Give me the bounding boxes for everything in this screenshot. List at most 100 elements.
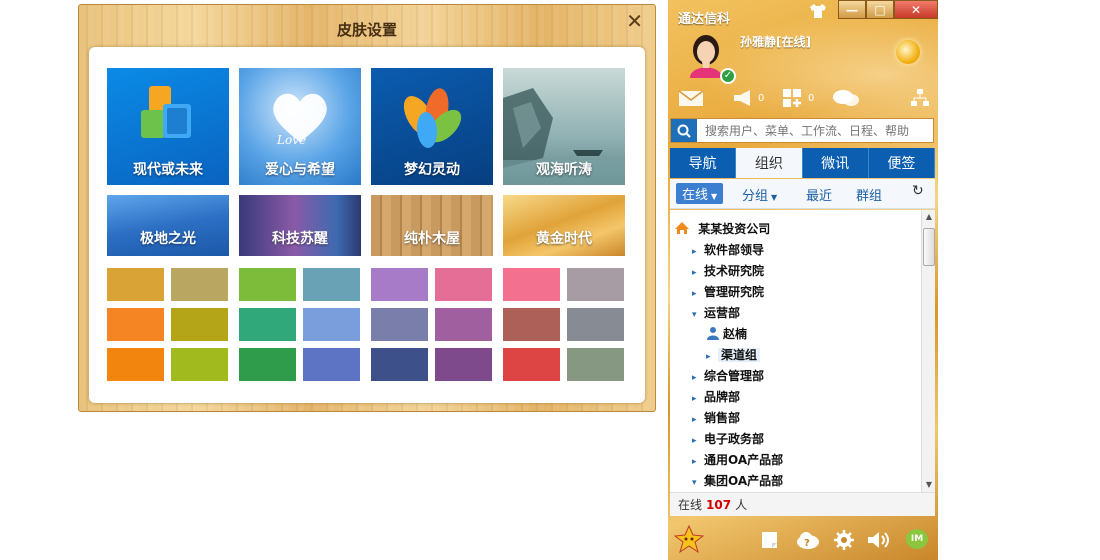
online-suffix: 人 — [735, 498, 748, 512]
org-chart-icon[interactable] — [910, 88, 930, 108]
tree-department[interactable]: ▸ 销售部 — [692, 408, 740, 429]
color-swatch[interactable] — [567, 268, 624, 301]
chevron-right-icon[interactable]: ▸ — [692, 431, 704, 452]
sun-weather-icon[interactable] — [896, 40, 920, 64]
color-swatch[interactable] — [171, 308, 228, 341]
theme-label: 梦幻灵动 — [404, 162, 460, 178]
color-swatch[interactable] — [239, 348, 296, 381]
org-tree: 某某投资公司 ▸ 软件部领导 ▸ 技术研究院 ▸ 管理研究院 ▾ 运营部 赵楠 ▸ 渠道组 ▸ 综合管理… — [670, 210, 935, 492]
chevron-right-icon[interactable]: ▸ — [706, 347, 718, 368]
settings-gear-icon[interactable] — [834, 530, 854, 550]
chevron-right-icon[interactable]: ▸ — [692, 410, 704, 431]
color-swatch[interactable] — [435, 308, 492, 341]
color-swatch[interactable] — [567, 348, 624, 381]
subtab-grouping[interactable]: 分组 ▼ — [742, 185, 777, 204]
tree-department[interactable]: ▸ 电子政务部 — [692, 429, 764, 450]
tree-root-company[interactable]: 某某投资公司 — [674, 219, 770, 240]
tree-department[interactable]: ▸ 渠道组 — [706, 345, 761, 368]
start-star-icon[interactable] — [674, 524, 704, 554]
scroll-down-icon[interactable]: ▼ — [922, 478, 935, 492]
dialog-close-button[interactable]: ✕ — [626, 9, 643, 33]
note-icon[interactable] — [760, 530, 780, 550]
chevron-right-icon[interactable]: ▸ — [692, 242, 704, 263]
color-swatch[interactable] — [503, 348, 560, 381]
im-icon[interactable]: IM — [906, 529, 928, 549]
color-swatch[interactable] — [107, 308, 164, 341]
chevron-right-icon[interactable]: ▸ — [692, 389, 704, 410]
notice-count: 0 — [758, 93, 765, 104]
megaphone-icon[interactable] — [732, 88, 756, 108]
chevron-right-icon[interactable]: ▸ — [692, 452, 704, 473]
search-icon — [677, 124, 691, 138]
color-swatch[interactable] — [567, 308, 624, 341]
color-swatch[interactable] — [107, 268, 164, 301]
current-user[interactable]: 孙雅静[在线] — [740, 33, 811, 50]
color-swatch[interactable] — [171, 268, 228, 301]
color-swatch[interactable] — [303, 268, 360, 301]
maximize-button[interactable]: □ — [866, 0, 894, 19]
chat-bubbles-icon[interactable] — [832, 88, 860, 108]
tree-department[interactable]: ▾ 运营部 — [692, 303, 740, 324]
theme-dream[interactable]: 梦幻灵动 — [371, 68, 493, 185]
scroll-up-icon[interactable]: ▲ — [922, 210, 935, 224]
color-swatch[interactable] — [371, 268, 428, 301]
color-swatch[interactable] — [503, 308, 560, 341]
tree-department[interactable]: ▾ 集团OA产品部 — [692, 471, 783, 492]
tree-department[interactable]: ▸ 软件部领导 — [692, 240, 764, 261]
theme-tech-awakening[interactable]: 科技苏醒 — [239, 195, 361, 256]
minimize-button[interactable]: — — [838, 0, 866, 19]
tree-department[interactable]: ▸ 品牌部 — [692, 387, 740, 408]
tree-label: 渠道组 — [718, 348, 761, 362]
cloud-help-icon[interactable]: ? — [796, 530, 820, 550]
color-swatch[interactable] — [239, 308, 296, 341]
tree-label: 运营部 — [704, 306, 741, 320]
tab-notes[interactable]: 便签 — [868, 148, 935, 178]
tree-department[interactable]: ▸ 管理研究院 — [692, 282, 764, 303]
tree-department[interactable]: ▸ 综合管理部 — [692, 366, 764, 387]
theme-modern-future[interactable]: 现代或未来 — [107, 68, 229, 185]
mail-icon[interactable] — [678, 88, 704, 108]
tab-microsignal[interactable]: 微讯 — [802, 148, 869, 178]
color-swatch[interactable] — [239, 268, 296, 301]
color-swatch[interactable] — [435, 348, 492, 381]
chevron-down-icon[interactable]: ▾ — [692, 305, 704, 326]
refresh-icon[interactable]: ↻ — [912, 183, 924, 199]
subtab-groups[interactable]: 群组 — [856, 185, 882, 204]
color-swatch[interactable] — [371, 308, 428, 341]
search-button[interactable] — [671, 119, 697, 142]
color-swatch[interactable] — [371, 348, 428, 381]
color-swatch[interactable] — [303, 308, 360, 341]
color-swatch[interactable] — [107, 348, 164, 381]
online-prefix: 在线 — [678, 498, 703, 512]
theme-golden-age[interactable]: 黄金时代 — [503, 195, 625, 256]
skin-shirt-icon[interactable] — [808, 3, 828, 19]
volume-icon[interactable] — [866, 530, 892, 550]
tree-department[interactable]: ▸ 通用OA产品部 — [692, 450, 783, 471]
close-window-button[interactable]: ✕ — [894, 0, 938, 19]
scroll-thumb[interactable] — [923, 228, 935, 266]
quick-tools: 0 0 — [676, 88, 932, 114]
theme-sea-waves[interactable]: 观海听涛 — [503, 68, 625, 185]
org-subtabs: 在线 ▼ 分组 ▼ 最近 群组 ↻ — [670, 179, 935, 209]
subtab-online[interactable]: 在线 ▼ — [676, 183, 724, 204]
tree-scrollbar[interactable]: ▲ ▼ — [921, 210, 935, 492]
theme-polar-light[interactable]: 极地之光 — [107, 195, 229, 256]
theme-wooden-house[interactable]: 纯朴木屋 — [371, 195, 493, 256]
chevron-right-icon[interactable]: ▸ — [692, 368, 704, 389]
tree-department[interactable]: ▸ 技术研究院 — [692, 261, 764, 282]
theme-love-hope[interactable]: Love 爱心与希望 — [239, 68, 361, 185]
tab-organization[interactable]: 组织 — [736, 148, 803, 178]
tree-user[interactable]: 赵楠 — [706, 324, 747, 345]
apps-icon[interactable] — [782, 88, 804, 108]
chevron-down-icon[interactable]: ▾ — [692, 473, 704, 492]
theme-label: 科技苏醒 — [272, 231, 328, 247]
color-swatch[interactable] — [171, 348, 228, 381]
chevron-right-icon[interactable]: ▸ — [692, 263, 704, 284]
color-swatch[interactable] — [503, 268, 560, 301]
color-swatch[interactable] — [435, 268, 492, 301]
color-swatch[interactable] — [303, 348, 360, 381]
tab-navigation[interactable]: 导航 — [670, 148, 737, 178]
search-input[interactable] — [697, 123, 927, 138]
chevron-right-icon[interactable]: ▸ — [692, 284, 704, 305]
subtab-recent[interactable]: 最近 — [806, 185, 832, 204]
